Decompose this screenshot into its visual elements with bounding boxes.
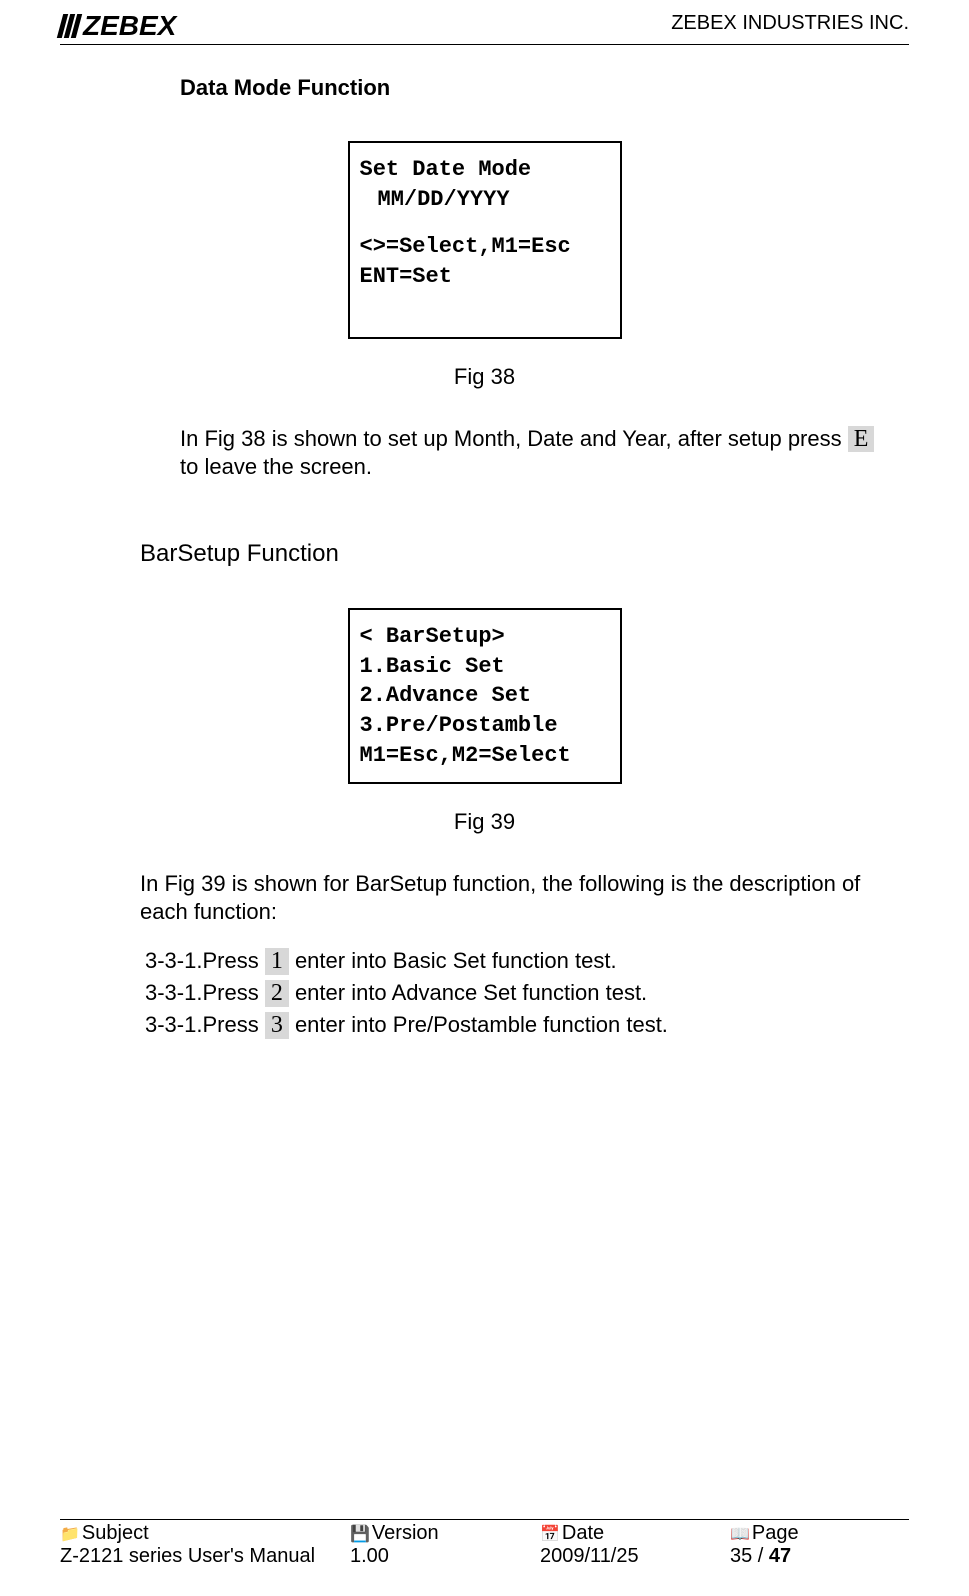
- footer-label-page: Page: [752, 1522, 799, 1545]
- footer-subject: Z-2121 series User's Manual: [60, 1545, 350, 1568]
- keycap-2: 2: [265, 980, 289, 1006]
- list-item: 3-3-1.Press 1 enter into Basic Set funct…: [145, 945, 909, 977]
- text: 3-3-1.Press: [145, 980, 265, 1005]
- list-item: 3-3-1.Press 2 enter into Advance Set fun…: [145, 977, 909, 1009]
- list-item: 3-3-1.Press 3 enter into Pre/Postamble f…: [145, 1009, 909, 1041]
- lcd-line: <>=Select,M1=Esc: [360, 232, 610, 262]
- lcd-line: 2.Advance Set: [360, 681, 610, 711]
- company-name: ZEBEX INDUSTRIES INC.: [671, 10, 909, 35]
- text: enter into Advance Set function test.: [289, 980, 647, 1005]
- fig38-description: In Fig 38 is shown to set up Month, Date…: [180, 425, 879, 480]
- keycap-3: 3: [265, 1012, 289, 1038]
- footer-date: 2009/11/25: [540, 1545, 730, 1568]
- lcd-line: < BarSetup>: [360, 622, 610, 652]
- logo: ZEBEX: [60, 10, 176, 42]
- lcd-line: Set Date Mode: [360, 155, 610, 185]
- logo-bars-icon: [57, 14, 84, 38]
- text: to leave the screen.: [180, 454, 372, 479]
- book-icon: 📖: [730, 1524, 750, 1544]
- page-current: 35: [730, 1545, 752, 1567]
- lcd-line: MM/DD/YYYY: [378, 185, 610, 215]
- footer-label-date: Date: [562, 1522, 604, 1545]
- text: In Fig 38 is shown to set up Month, Date…: [180, 426, 842, 451]
- page-total: 47: [769, 1545, 791, 1567]
- lcd-line: 3.Pre/Postamble: [360, 711, 610, 741]
- disk-icon: 💾: [350, 1524, 370, 1544]
- section-title-data-mode: Data Mode Function: [180, 75, 909, 101]
- barsetup-function-list: 3-3-1.Press 1 enter into Basic Set funct…: [145, 945, 909, 1041]
- folder-icon: 📁: [60, 1524, 80, 1544]
- keycap-1: 1: [265, 948, 289, 974]
- page-sep: /: [752, 1545, 769, 1567]
- text: enter into Pre/Postamble function test.: [289, 1012, 668, 1037]
- text: 3-3-1.Press: [145, 1012, 265, 1037]
- page-header: ZEBEX ZEBEX INDUSTRIES INC.: [60, 10, 909, 45]
- text: 3-3-1.Press: [145, 948, 265, 973]
- figure-caption-38: Fig 38: [60, 364, 909, 390]
- fig39-description: In Fig 39 is shown for BarSetup function…: [140, 870, 899, 925]
- lcd-line: 1.Basic Set: [360, 652, 610, 682]
- lcd-line: M1=Esc,M2=Select: [360, 741, 610, 771]
- keycap-e: E: [848, 426, 875, 452]
- footer-page: 35 / 47: [730, 1545, 900, 1568]
- page-footer: 📁 Subject 💾 Version 📅 Date 📖 Page Z-2121…: [60, 1519, 909, 1568]
- footer-label-version: Version: [372, 1522, 439, 1545]
- footer-version: 1.00: [350, 1545, 540, 1568]
- text: enter into Basic Set function test.: [289, 948, 617, 973]
- lcd-line: ENT=Set: [360, 262, 610, 292]
- section-title-barsetup: BarSetup Function: [140, 540, 909, 568]
- figure-caption-39: Fig 39: [60, 809, 909, 835]
- calendar-icon: 📅: [540, 1524, 560, 1544]
- lcd-screen-fig39: < BarSetup> 1.Basic Set 2.Advance Set 3.…: [348, 608, 622, 784]
- logo-text: ZEBEX: [83, 10, 176, 42]
- footer-label-subject: Subject: [82, 1522, 149, 1545]
- lcd-screen-fig38: Set Date Mode MM/DD/YYYY <>=Select,M1=Es…: [348, 141, 622, 339]
